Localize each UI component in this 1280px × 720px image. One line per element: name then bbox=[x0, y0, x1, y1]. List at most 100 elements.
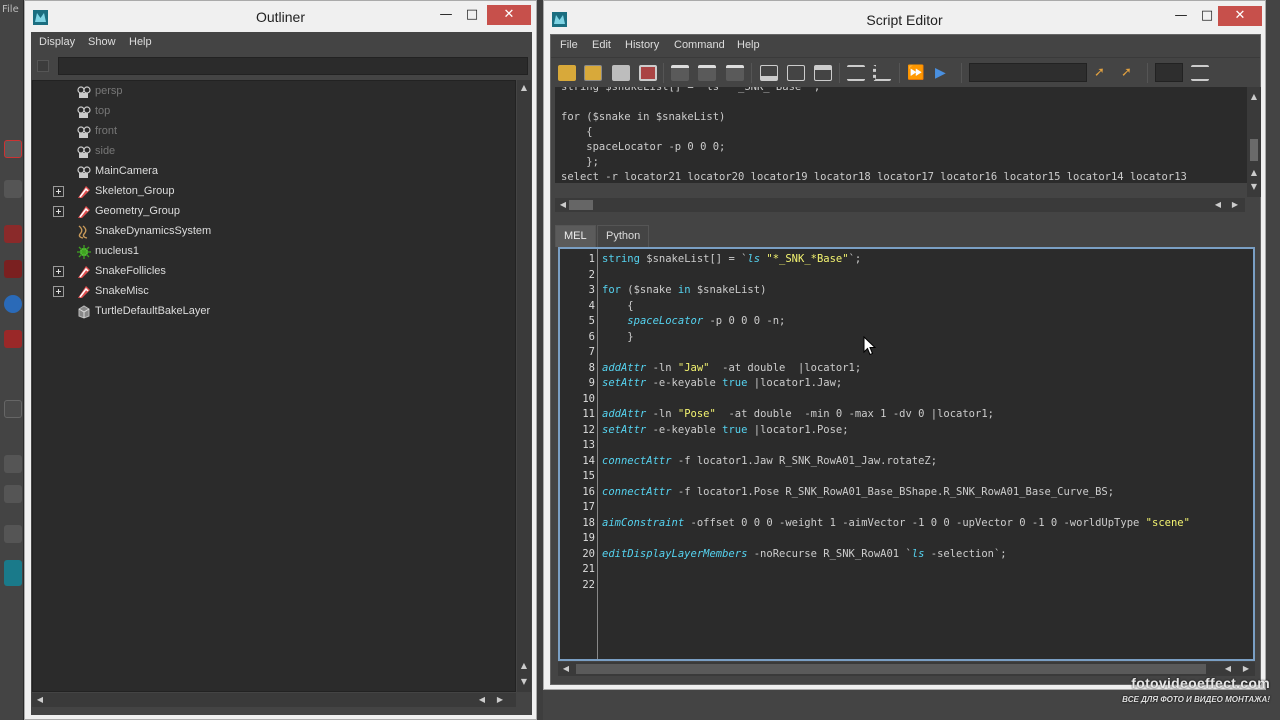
clear-input-icon[interactable] bbox=[698, 65, 716, 81]
scroll-left-icon[interactable]: ◀ bbox=[1222, 663, 1234, 675]
mel-code-input[interactable]: 1 string $snakeList[] = `ls "*_SNK_*Base"… bbox=[558, 247, 1255, 661]
scroll-left-icon[interactable]: ◀ bbox=[34, 694, 46, 706]
show-history-icon[interactable] bbox=[760, 65, 778, 81]
outliner-item[interactable]: Skeleton_Group bbox=[33, 182, 503, 202]
minimize-button[interactable]: — bbox=[1168, 6, 1194, 26]
layout-four-icon[interactable] bbox=[4, 525, 22, 543]
maya-right-edge bbox=[1266, 0, 1280, 720]
outliner-item[interactable]: nucleus1 bbox=[33, 242, 503, 262]
scroll-down-icon[interactable]: ▼ bbox=[1248, 181, 1260, 193]
execute-icon[interactable]: ▶ bbox=[935, 65, 953, 81]
maximize-button[interactable]: □ bbox=[459, 5, 485, 25]
outliner-item[interactable]: TurtleDefaultBakeLayer bbox=[33, 302, 503, 322]
scroll-thumb[interactable] bbox=[569, 200, 593, 210]
maya-menu-fragment[interactable]: File bbox=[2, 4, 19, 15]
scroll-left-icon[interactable]: ◀ bbox=[557, 199, 569, 211]
menu-edit[interactable]: Edit bbox=[592, 39, 611, 51]
expand-icon[interactable] bbox=[53, 286, 64, 297]
outliner-item[interactable]: top bbox=[33, 102, 503, 122]
close-button[interactable]: ✕ bbox=[487, 5, 531, 25]
menu-show[interactable]: Show bbox=[88, 36, 116, 48]
history-pane[interactable]: string $snakeList[] = `ls "*_SNK_*Base"`… bbox=[555, 87, 1247, 183]
move-tool-icon[interactable] bbox=[4, 260, 22, 278]
layout-icon[interactable] bbox=[4, 455, 22, 473]
menu-help[interactable]: Help bbox=[737, 39, 760, 51]
scroll-thumb[interactable] bbox=[576, 664, 1206, 674]
quick-help-field[interactable] bbox=[969, 63, 1087, 82]
scroll-thumb[interactable] bbox=[1250, 139, 1258, 161]
outliner-item[interactable]: SnakeFollicles bbox=[33, 262, 503, 282]
show-both-icon[interactable] bbox=[787, 65, 805, 81]
outliner-item[interactable]: SnakeMisc bbox=[33, 282, 503, 302]
expand-icon[interactable] bbox=[53, 186, 64, 197]
last-tool-icon[interactable] bbox=[4, 400, 22, 418]
execute-all-icon[interactable]: ⏩ bbox=[907, 65, 925, 81]
menu-display[interactable]: Display bbox=[39, 36, 75, 48]
outliner-search-input[interactable] bbox=[58, 57, 528, 75]
goto-line-icon[interactable]: ➚ bbox=[1121, 65, 1139, 81]
search-icon[interactable] bbox=[1191, 65, 1209, 81]
code-token: spaceLocator bbox=[627, 315, 704, 327]
menu-file[interactable]: File bbox=[560, 39, 578, 51]
rotate-tool-icon[interactable] bbox=[4, 295, 22, 313]
source-script-icon[interactable] bbox=[584, 65, 602, 81]
expand-icon[interactable] bbox=[53, 206, 64, 217]
code-horizontal-scrollbar[interactable]: ◀ ◀ ▶ bbox=[558, 662, 1255, 676]
clear-all-icon[interactable] bbox=[726, 65, 744, 81]
history-horizontal-scrollbar[interactable]: ◀ ◀ ▶ bbox=[555, 198, 1245, 212]
script-editor-titlebar[interactable]: Script Editor — □ ✕ bbox=[544, 1, 1265, 34]
menu-help[interactable]: Help bbox=[129, 36, 152, 48]
line-number: 1 bbox=[588, 253, 595, 265]
tab-python[interactable]: Python bbox=[597, 225, 650, 247]
echo-commands-icon[interactable] bbox=[847, 65, 865, 81]
outliner-vertical-scrollbar[interactable]: ▲ ▲ ▼ bbox=[517, 80, 531, 692]
toolbar-separator bbox=[839, 63, 840, 83]
outliner-titlebar[interactable]: Outliner — □ ✕ bbox=[25, 1, 536, 31]
clear-history-icon[interactable] bbox=[671, 65, 689, 81]
outliner-item[interactable]: SnakeDynamicsSystem bbox=[33, 222, 503, 242]
maximize-button[interactable]: □ bbox=[1194, 6, 1220, 26]
show-input-icon[interactable] bbox=[814, 65, 832, 81]
code-token: true bbox=[722, 423, 748, 436]
outliner-item[interactable]: Geometry_Group bbox=[33, 202, 503, 222]
scroll-left-icon[interactable]: ◀ bbox=[476, 694, 488, 706]
save-script-icon[interactable] bbox=[612, 65, 630, 81]
outliner-horizontal-scrollbar[interactable]: ◀ ◀ ▶ bbox=[32, 693, 516, 707]
history-vertical-scrollbar[interactable]: ▲ ▲ ▼ bbox=[1247, 87, 1261, 197]
outliner-item[interactable]: front bbox=[33, 122, 503, 142]
menu-command[interactable]: Command bbox=[674, 39, 725, 51]
minimize-button[interactable]: — bbox=[433, 5, 459, 25]
lasso-tool-icon[interactable] bbox=[4, 180, 22, 198]
line-numbers-icon[interactable] bbox=[873, 65, 891, 81]
code-text: setAttr -e-keyable true |locator1.Jaw; bbox=[602, 377, 842, 389]
open-script-icon[interactable] bbox=[558, 65, 576, 81]
outliner-item[interactable]: MainCamera bbox=[33, 162, 503, 182]
layout-two-icon[interactable] bbox=[4, 485, 22, 503]
scroll-left-icon[interactable]: ◀ bbox=[560, 663, 572, 675]
filter-icon[interactable] bbox=[37, 60, 49, 72]
outliner-item[interactable]: side bbox=[33, 142, 503, 162]
menu-history[interactable]: History bbox=[625, 39, 659, 51]
outliner-item-label: Geometry_Group bbox=[95, 205, 180, 217]
search-field[interactable] bbox=[1155, 63, 1183, 82]
scroll-right-icon[interactable]: ▶ bbox=[1229, 199, 1241, 211]
outliner-item[interactable]: persp bbox=[33, 82, 503, 102]
expand-icon[interactable] bbox=[53, 266, 64, 277]
scroll-right-icon[interactable]: ▶ bbox=[494, 694, 506, 706]
tab-mel[interactable]: MEL bbox=[555, 225, 596, 247]
scale-tool-icon[interactable] bbox=[4, 330, 22, 348]
scroll-down-icon[interactable]: ▼ bbox=[518, 676, 530, 688]
scroll-up-icon[interactable]: ▲ bbox=[518, 82, 530, 94]
scroll-up-icon[interactable]: ▲ bbox=[1248, 167, 1260, 179]
show-quick-help-icon[interactable]: ➚ bbox=[1094, 65, 1112, 81]
select-tool-icon[interactable] bbox=[4, 140, 22, 158]
scroll-right-icon[interactable]: ▶ bbox=[1240, 663, 1252, 675]
scroll-up-icon[interactable]: ▲ bbox=[1248, 91, 1260, 103]
scroll-up-icon[interactable]: ▲ bbox=[518, 660, 530, 672]
paint-tool-icon[interactable] bbox=[4, 225, 22, 243]
close-button[interactable]: ✕ bbox=[1218, 6, 1262, 26]
line-number: 15 bbox=[582, 470, 595, 482]
scroll-left-icon[interactable]: ◀ bbox=[1212, 199, 1224, 211]
save-to-shelf-icon[interactable] bbox=[639, 65, 657, 81]
code-token: -at double -min 0 -max 1 -dv 0 |locator1… bbox=[715, 408, 994, 420]
